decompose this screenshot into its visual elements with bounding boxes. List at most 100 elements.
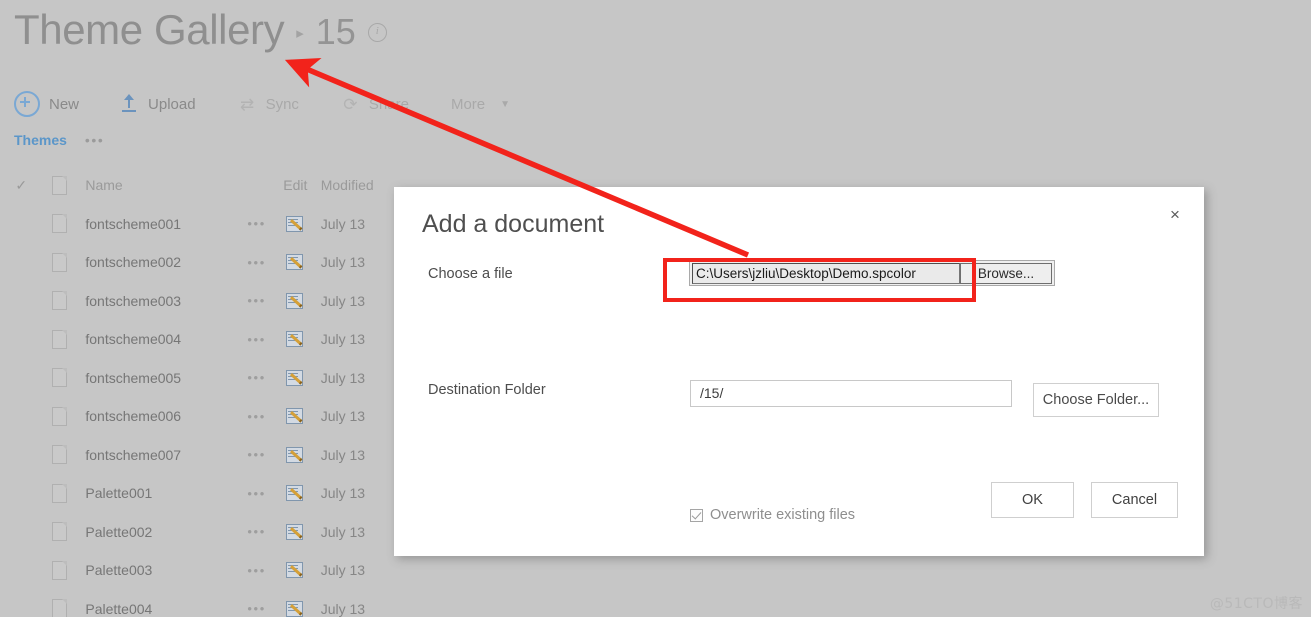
- add-a-document-dialog: × Add a document Choose a file C:\Users\…: [394, 187, 1204, 556]
- list-item-modified: July 13: [320, 446, 366, 463]
- table-row[interactable]: fontscheme003 ••• July 13: [0, 282, 400, 321]
- list-item-modified: July 13: [320, 331, 366, 348]
- overwrite-checkbox[interactable]: [690, 508, 703, 522]
- page-title: Theme Gallery: [14, 6, 285, 53]
- edit-document-icon[interactable]: [278, 446, 313, 463]
- breadcrumb-separator-icon: ▸: [296, 25, 304, 42]
- view-selector: Themes •••: [14, 132, 104, 148]
- file-upload-control[interactable]: C:\Users\jzliu\Desktop\Demo.spcolor Brow…: [689, 260, 1055, 286]
- table-row[interactable]: fontscheme006 ••• July 13: [0, 397, 400, 436]
- edit-document-icon[interactable]: [278, 562, 313, 579]
- table-row[interactable]: Palette002 ••• July 13: [0, 513, 400, 552]
- column-header-name[interactable]: Name: [77, 177, 235, 193]
- breadcrumb: Theme Gallery ▸ 15 i: [14, 2, 387, 60]
- row-menu-icon[interactable]: •••: [235, 332, 278, 347]
- sync-icon: ⇄: [239, 94, 255, 114]
- share-button: ⟳ Share: [341, 95, 409, 114]
- document-icon: [43, 406, 78, 426]
- page-title-count: 15: [315, 11, 356, 52]
- list-item-modified: July 13: [320, 215, 366, 232]
- edit-document-icon[interactable]: [278, 292, 313, 309]
- column-header-edit[interactable]: Edit: [278, 177, 313, 193]
- edit-document-icon[interactable]: [278, 485, 313, 502]
- file-path-input[interactable]: C:\Users\jzliu\Desktop\Demo.spcolor: [692, 262, 960, 284]
- document-icon: [43, 445, 78, 465]
- document-icon: [43, 560, 78, 580]
- table-row[interactable]: fontscheme002 ••• July 13: [0, 243, 400, 282]
- row-menu-icon[interactable]: •••: [235, 255, 278, 270]
- row-menu-icon[interactable]: •••: [235, 370, 278, 385]
- command-toolbar: New Upload ⇄ Sync ⟳ Share More ▼: [14, 88, 552, 120]
- watermark: @51CTO博客: [1209, 596, 1303, 612]
- browse-button[interactable]: Browse...: [960, 263, 1052, 284]
- document-list: ✓ Name Edit Modified fontscheme001 ••• Jul…: [0, 166, 400, 617]
- list-rows-container: fontscheme001 ••• July 13 fontscheme002 ••• J…: [0, 205, 400, 617]
- edit-document-icon[interactable]: [278, 408, 313, 425]
- list-item-modified: July 13: [320, 408, 366, 425]
- document-icon: [43, 368, 78, 388]
- select-all-checkmark-icon[interactable]: ✓: [0, 177, 43, 194]
- new-button-label: New: [49, 95, 80, 113]
- document-icon: [43, 599, 78, 617]
- row-menu-icon[interactable]: •••: [235, 293, 278, 308]
- document-icon: [43, 291, 78, 311]
- view-more-icon[interactable]: •••: [85, 132, 105, 148]
- close-icon[interactable]: ×: [1164, 204, 1186, 226]
- list-header-row: ✓ Name Edit Modified: [0, 166, 400, 205]
- choose-folder-button[interactable]: Choose Folder...: [1033, 383, 1159, 417]
- list-item-name[interactable]: Palette003: [77, 562, 235, 578]
- row-menu-icon[interactable]: •••: [235, 601, 278, 616]
- edit-document-icon[interactable]: [278, 215, 313, 232]
- sync-button: ⇄ Sync: [238, 95, 299, 114]
- list-item-modified: July 13: [320, 523, 366, 540]
- list-item-name[interactable]: fontscheme003: [77, 293, 235, 309]
- row-menu-icon[interactable]: •••: [235, 486, 278, 501]
- list-item-modified: July 13: [320, 485, 366, 502]
- destination-folder-input[interactable]: /15/: [690, 380, 1012, 407]
- upload-arrow-icon: [121, 94, 139, 114]
- row-menu-icon[interactable]: •••: [235, 524, 278, 539]
- list-item-name[interactable]: fontscheme007: [77, 447, 235, 463]
- table-row[interactable]: fontscheme005 ••• July 13: [0, 359, 400, 398]
- list-item-name[interactable]: fontscheme001: [77, 216, 235, 232]
- row-menu-icon[interactable]: •••: [235, 216, 278, 231]
- list-item-modified: July 13: [320, 369, 366, 386]
- table-row[interactable]: fontscheme001 ••• July 13: [0, 205, 400, 244]
- view-tab-themes[interactable]: Themes: [14, 132, 67, 148]
- row-menu-icon[interactable]: •••: [235, 563, 278, 578]
- list-item-modified: July 13: [320, 600, 366, 617]
- document-icon: [43, 329, 78, 349]
- edit-document-icon[interactable]: [278, 369, 313, 386]
- list-item-name[interactable]: Palette004: [77, 601, 235, 617]
- more-button: More ▼: [451, 96, 510, 113]
- list-item-name[interactable]: fontscheme005: [77, 370, 235, 386]
- overwrite-existing-files-row[interactable]: Overwrite existing files: [690, 507, 855, 523]
- table-row[interactable]: fontscheme007 ••• July 13: [0, 436, 400, 475]
- list-item-name[interactable]: fontscheme006: [77, 408, 235, 424]
- new-button[interactable]: New: [14, 91, 79, 117]
- list-item-name[interactable]: fontscheme002: [77, 254, 235, 270]
- table-row[interactable]: Palette004 ••• July 13: [0, 590, 400, 617]
- upload-button[interactable]: Upload: [121, 94, 196, 114]
- cancel-button[interactable]: Cancel: [1091, 482, 1178, 518]
- column-header-modified[interactable]: Modified: [313, 177, 400, 193]
- document-icon: [43, 522, 78, 542]
- list-item-name[interactable]: Palette001: [77, 485, 235, 501]
- document-icon: [43, 252, 78, 272]
- row-menu-icon[interactable]: •••: [235, 447, 278, 462]
- doc-type-header-icon: [43, 175, 78, 195]
- info-icon[interactable]: i: [367, 23, 387, 42]
- list-item-name[interactable]: fontscheme004: [77, 331, 235, 347]
- ok-button[interactable]: OK: [991, 482, 1074, 518]
- edit-document-icon[interactable]: [278, 523, 313, 540]
- overwrite-checkbox-label: Overwrite existing files: [710, 507, 856, 523]
- table-row[interactable]: Palette003 ••• July 13: [0, 551, 400, 590]
- list-item-name[interactable]: Palette002: [77, 524, 235, 540]
- dialog-title: Add a document: [422, 210, 605, 238]
- row-menu-icon[interactable]: •••: [235, 409, 278, 424]
- table-row[interactable]: fontscheme004 ••• July 13: [0, 320, 400, 359]
- edit-document-icon[interactable]: [278, 600, 313, 617]
- edit-document-icon[interactable]: [278, 331, 313, 348]
- edit-document-icon[interactable]: [278, 254, 313, 271]
- table-row[interactable]: Palette001 ••• July 13: [0, 474, 400, 513]
